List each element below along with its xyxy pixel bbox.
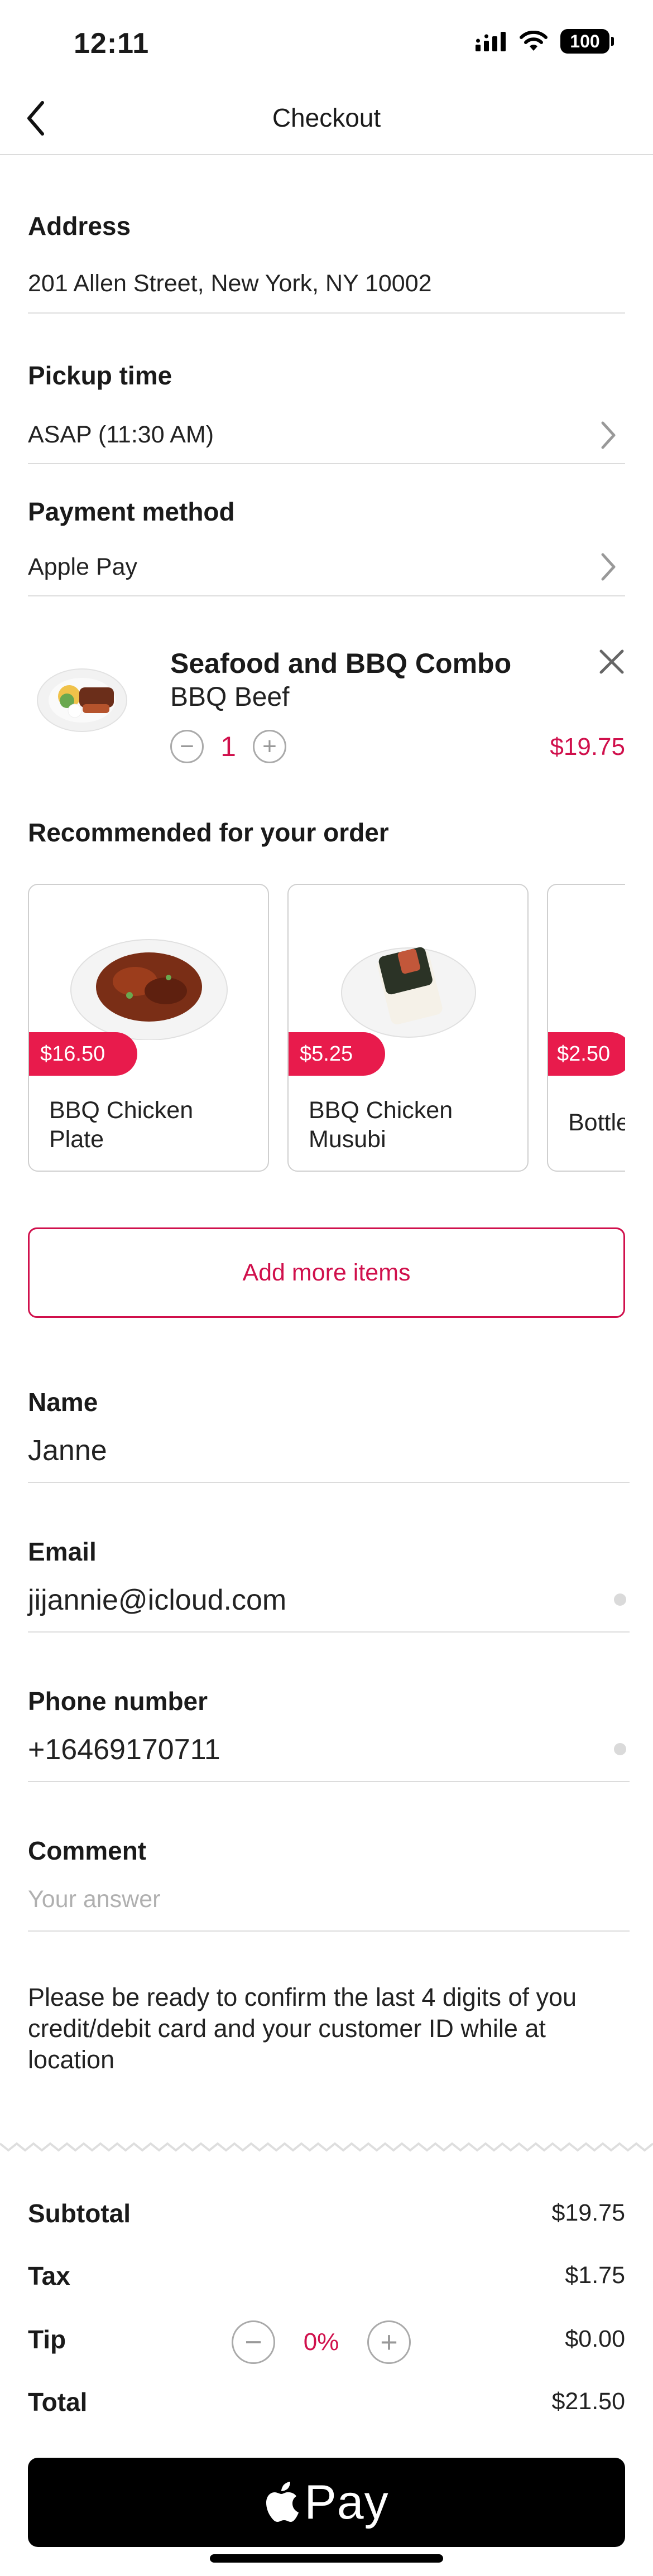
battery-icon: 100: [560, 29, 614, 54]
home-indicator: [210, 2554, 443, 2563]
quantity-value: 1: [220, 731, 236, 762]
pickup-time-value[interactable]: ASAP (11:30 AM): [28, 421, 214, 449]
phone-field[interactable]: +16469170711: [28, 1733, 220, 1766]
address-label: Address: [28, 211, 131, 240]
comment-label: Comment: [28, 1836, 147, 1865]
recommended-heading: Recommended for your order: [28, 818, 389, 847]
field-underline: [28, 1631, 630, 1633]
subtotal-value: $19.75: [551, 2199, 625, 2226]
recommended-item-card[interactable]: $2.50 Bottle: [547, 884, 625, 1172]
chevron-right-icon[interactable]: [597, 551, 620, 582]
recommended-item-card[interactable]: $16.50 BBQ Chicken Plate: [28, 884, 269, 1172]
tip-stepper: − 0% +: [232, 2320, 411, 2365]
chevron-right-icon[interactable]: [597, 420, 620, 451]
tip-value: $0.00: [565, 2325, 625, 2352]
signal-icon: [476, 32, 506, 51]
add-more-items-button[interactable]: Add more items: [28, 1227, 625, 1318]
name-label: Name: [28, 1388, 98, 1417]
cart-item-title: Seafood and BBQ Combo: [170, 648, 512, 679]
quantity-stepper: − 1 +: [170, 729, 286, 764]
recommended-item-name: Bottle: [568, 1109, 625, 1136]
status-time: 12:11: [74, 27, 150, 60]
price-tag: $16.50: [29, 1032, 138, 1076]
receipt-edge-divider: [0, 2142, 653, 2152]
increase-tip-button[interactable]: +: [367, 2320, 411, 2364]
page-title: Checkout: [272, 103, 381, 132]
total-label: Total: [28, 2387, 88, 2416]
recommended-item-name: BBQ Chicken Plate: [49, 1097, 194, 1153]
increase-quantity-button[interactable]: +: [253, 730, 286, 763]
comment-field[interactable]: Your answer: [28, 1886, 160, 1913]
divider: [28, 595, 625, 596]
navigation-bar: Checkout: [0, 84, 653, 155]
price-tag: $5.25: [289, 1032, 386, 1076]
payment-method-label: Payment method: [28, 497, 235, 526]
name-field[interactable]: Janne: [28, 1434, 107, 1467]
status-bar: 12:11 100: [0, 0, 653, 84]
email-field[interactable]: jijannie@icloud.com: [28, 1583, 286, 1617]
field-underline: [28, 1781, 630, 1782]
recommended-item-card[interactable]: $5.25 BBQ Chicken Musubi: [287, 884, 529, 1172]
decrease-tip-button[interactable]: −: [232, 2320, 275, 2364]
apple-pay-button[interactable]: Pay: [28, 2458, 625, 2547]
cart-item-image: [37, 668, 127, 732]
bbq-chicken-plate-image: [70, 939, 228, 1040]
divider: [28, 312, 625, 314]
address-value: 201 Allen Street, New York, NY 10002: [28, 270, 432, 297]
recommended-carousel[interactable]: $16.50 BBQ Chicken Plate $5.25 BBQ Chick…: [28, 884, 625, 1174]
tip-percent: 0%: [303, 2328, 339, 2356]
pay-label: Pay: [304, 2475, 389, 2529]
tax-label: Tax: [28, 2261, 70, 2290]
pickup-time-label: Pickup time: [28, 361, 172, 390]
email-label: Email: [28, 1537, 97, 1566]
cart-item-option: BBQ Beef: [170, 682, 290, 712]
tax-value: $1.75: [565, 2262, 625, 2289]
cart-item-price: $19.75: [550, 733, 625, 760]
phone-label: Phone number: [28, 1687, 208, 1716]
subtotal-label: Subtotal: [28, 2199, 131, 2228]
tip-label: Tip: [28, 2325, 66, 2354]
price-tag: $2.50: [548, 1032, 625, 1076]
payment-method-value[interactable]: Apple Pay: [28, 553, 137, 581]
autofill-indicator: [614, 1743, 626, 1755]
field-underline: [28, 1482, 630, 1483]
divider: [28, 463, 625, 464]
recommended-item-name: BBQ Chicken Musubi: [309, 1097, 453, 1153]
wifi-icon: [520, 31, 548, 51]
bbq-chicken-musubi-image: [341, 947, 476, 1038]
status-icons: 100: [476, 29, 614, 54]
total-value: $21.50: [551, 2388, 625, 2415]
decrease-quantity-button[interactable]: −: [170, 730, 204, 763]
payment-notice: Please be ready to confirm the last 4 di…: [28, 1983, 577, 2074]
close-icon[interactable]: [594, 644, 629, 679]
field-underline: [28, 1930, 630, 1932]
autofill-indicator: [614, 1593, 626, 1606]
apple-logo-icon: [266, 2482, 299, 2522]
